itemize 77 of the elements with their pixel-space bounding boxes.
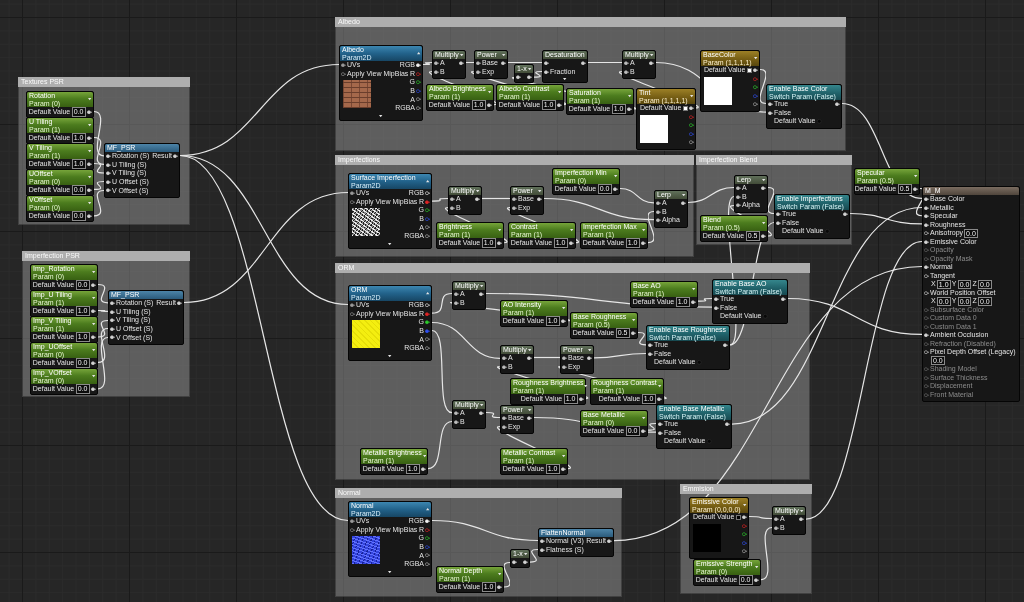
wire: [423, 61, 432, 67]
checkbox-icon[interactable]: [707, 439, 712, 444]
pin-icon[interactable]: [454, 419, 459, 425]
checkbox-icon[interactable]: [825, 229, 830, 234]
pin-icon[interactable]: [450, 205, 455, 211]
pin-icon[interactable]: [476, 61, 481, 66]
texture-preview: [352, 536, 380, 565]
caret-icon[interactable]: [528, 67, 532, 71]
pin-icon[interactable]: [512, 205, 517, 211]
texture-preview: [352, 320, 380, 349]
caret-icon[interactable]: [682, 193, 686, 197]
wire: [504, 560, 510, 589]
caret-icon[interactable]: [524, 552, 528, 556]
caret-icon[interactable]: [538, 189, 542, 193]
swatch-icon[interactable]: [682, 106, 688, 111]
caret-icon[interactable]: [502, 53, 506, 57]
checkbox-icon[interactable]: [763, 314, 768, 319]
pin-icon[interactable]: [341, 63, 346, 68]
caret-icon[interactable]: [480, 403, 484, 407]
pin-icon[interactable]: [425, 320, 430, 325]
wire: [428, 420, 452, 471]
caret-icon[interactable]: [379, 114, 383, 118]
caret-icon[interactable]: [388, 354, 392, 358]
pin-icon[interactable]: [350, 519, 355, 524]
pin-icon[interactable]: [350, 303, 355, 308]
pin-icon[interactable]: [624, 69, 629, 75]
caret-icon[interactable]: [388, 570, 392, 574]
pin-icon[interactable]: [736, 203, 741, 208]
wire: [482, 197, 510, 201]
wire: [534, 356, 560, 360]
wire: [486, 411, 500, 420]
caret-icon[interactable]: [588, 348, 592, 352]
pin-icon[interactable]: [736, 194, 741, 200]
pin-icon[interactable]: [736, 186, 741, 191]
pin-icon[interactable]: [434, 69, 439, 75]
wire: [508, 61, 542, 65]
pin-icon[interactable]: [450, 197, 455, 202]
pin-icon[interactable]: [502, 364, 507, 370]
pin-icon[interactable]: [656, 201, 661, 206]
checkbox-icon[interactable]: [817, 119, 822, 124]
texture-preview: [343, 80, 371, 109]
caret-icon[interactable]: [528, 348, 532, 352]
caret-icon[interactable]: [480, 284, 484, 288]
caret-icon[interactable]: [563, 78, 567, 81]
pin-icon[interactable]: [562, 364, 567, 370]
pin-icon[interactable]: [454, 300, 459, 306]
caret-icon[interactable]: [460, 53, 464, 57]
pin-icon[interactable]: [502, 416, 507, 421]
caret-icon[interactable]: [584, 385, 588, 388]
pin-icon[interactable]: [624, 61, 629, 66]
caret-icon[interactable]: [388, 242, 392, 246]
swatch-icon[interactable]: [735, 515, 741, 520]
caret-icon[interactable]: [650, 53, 654, 57]
wire: [588, 61, 622, 65]
pin-icon[interactable]: [656, 209, 661, 215]
swatch-icon[interactable]: [746, 68, 752, 73]
pin-icon[interactable]: [502, 356, 507, 361]
caret-icon[interactable]: [476, 189, 480, 193]
pin-icon[interactable]: [774, 525, 779, 531]
checkbox-icon[interactable]: [697, 360, 702, 365]
pin-icon[interactable]: [502, 424, 507, 430]
pin-icon[interactable]: [774, 517, 779, 522]
caret-icon[interactable]: [800, 509, 804, 513]
caret-icon[interactable]: [762, 178, 766, 182]
pin-icon[interactable]: [434, 61, 439, 66]
wire: [98, 283, 108, 305]
pin-icon[interactable]: [562, 356, 567, 361]
texture-preview: [352, 208, 380, 237]
pin-icon[interactable]: [656, 218, 661, 223]
pin-icon[interactable]: [512, 197, 517, 202]
pin-icon[interactable]: [476, 69, 481, 75]
pin-icon[interactable]: [454, 411, 459, 416]
wire: [432, 197, 448, 203]
wire: [530, 548, 538, 564]
pin-icon[interactable]: [454, 292, 459, 297]
pin-icon[interactable]: [350, 191, 355, 196]
caret-icon[interactable]: [528, 408, 532, 412]
